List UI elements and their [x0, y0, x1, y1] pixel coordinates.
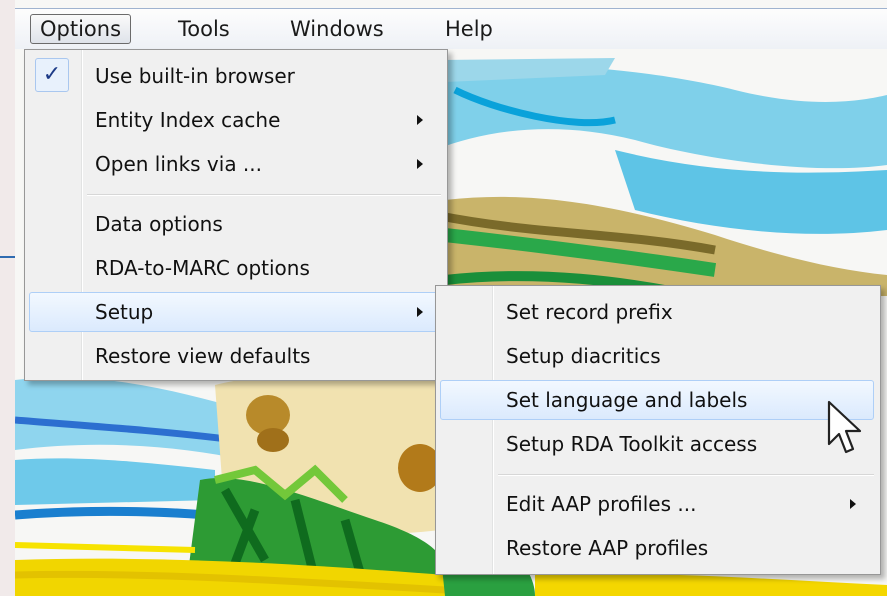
- menu-options[interactable]: Options: [30, 14, 132, 44]
- checkmark-icon: ✓: [35, 58, 69, 92]
- menu-item-label: Setup: [95, 300, 154, 324]
- blue-edge-tick: [0, 256, 15, 258]
- menu-item-label: Set language and labels: [506, 388, 748, 412]
- menu-item-restore-aap-profiles[interactable]: Restore AAP profiles: [440, 528, 874, 568]
- menu-separator: [498, 474, 874, 476]
- mouse-pointer-icon: [826, 400, 866, 460]
- menu-item-label: Restore view defaults: [95, 344, 311, 368]
- menu-item-entity-index-cache[interactable]: Entity Index cache: [29, 100, 441, 140]
- menu-item-label: Data options: [95, 212, 223, 236]
- menu-help[interactable]: Help: [436, 14, 502, 44]
- submenu-arrow-icon: [417, 307, 423, 317]
- menu-item-setup-rda-toolkit-access[interactable]: Setup RDA Toolkit access: [440, 424, 874, 464]
- menu-item-setup-diacritics[interactable]: Setup diacritics: [440, 336, 874, 376]
- menu-windows[interactable]: Windows: [281, 14, 393, 44]
- menu-item-data-options[interactable]: Data options: [29, 204, 441, 244]
- menu-bar: Options Tools Windows Help: [15, 8, 887, 49]
- menu-item-label: Use built-in browser: [95, 64, 295, 88]
- submenu-arrow-icon: [850, 499, 856, 509]
- menu-item-label: Edit AAP profiles ...: [506, 492, 697, 516]
- menu-item-rda-to-marc-options[interactable]: RDA-to-MARC options: [29, 248, 441, 288]
- menu-item-restore-view-defaults[interactable]: Restore view defaults: [29, 336, 441, 376]
- menu-item-use-built-in-browser[interactable]: ✓ Use built-in browser: [29, 56, 441, 96]
- menu-item-label: RDA-to-MARC options: [95, 256, 310, 280]
- menu-item-label: Setup diacritics: [506, 344, 661, 368]
- menu-item-setup[interactable]: Setup: [29, 292, 441, 332]
- left-edge-strip: [0, 0, 15, 596]
- menu-item-label: Setup RDA Toolkit access: [506, 432, 758, 456]
- menu-item-set-language-and-labels[interactable]: Set language and labels: [440, 380, 874, 420]
- menu-item-label: Open links via ...: [95, 152, 263, 176]
- menu-tools[interactable]: Tools: [169, 14, 239, 44]
- submenu-arrow-icon: [417, 159, 423, 169]
- menu-item-set-record-prefix[interactable]: Set record prefix: [440, 292, 874, 332]
- menu-item-label: Entity Index cache: [95, 108, 281, 132]
- menu-item-open-links-via[interactable]: Open links via ...: [29, 144, 441, 184]
- menu-separator: [87, 194, 441, 196]
- submenu-arrow-icon: [417, 115, 423, 125]
- menu-item-edit-aap-profiles[interactable]: Edit AAP profiles ...: [440, 484, 874, 524]
- menu-item-label: Set record prefix: [506, 300, 673, 324]
- setup-submenu: Set record prefix Setup diacritics Set l…: [435, 285, 881, 575]
- menu-item-label: Restore AAP profiles: [506, 536, 709, 560]
- options-menu: ✓ Use built-in browser Entity Index cach…: [24, 49, 448, 381]
